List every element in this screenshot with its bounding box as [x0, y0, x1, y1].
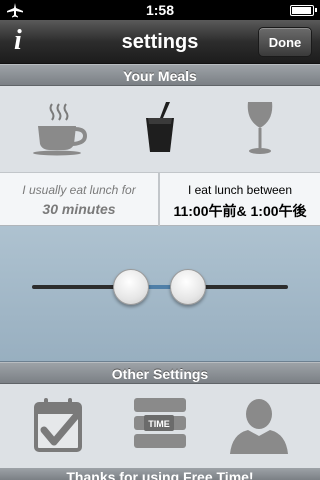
navigation-bar: i settings Done	[0, 20, 320, 64]
time-range-slider-area	[0, 226, 320, 362]
time-stack-icon[interactable]: TIME	[130, 396, 192, 454]
status-time: 1:58	[145, 2, 175, 18]
lunch-settings-row: I usually eat lunch for 30 minutes I eat…	[0, 172, 320, 227]
meal-icons-row	[0, 86, 320, 172]
other-settings-header: Other Settings	[0, 362, 320, 384]
calendar-check-icon[interactable]	[30, 396, 92, 454]
lunch-between-value: 11:00午前& 1:00午後	[173, 203, 307, 219]
meals-section-header: Your Meals	[0, 64, 320, 86]
wine-glass-icon[interactable]	[230, 98, 290, 158]
time-label: TIME	[148, 419, 170, 429]
lunch-between-cell[interactable]: I eat lunch between 11:00午前& 1:00午後	[160, 173, 320, 227]
status-bar: 1:58	[0, 0, 320, 20]
lunch-duration-label: I usually eat lunch for	[22, 183, 136, 197]
coffee-cup-icon[interactable]	[30, 98, 90, 158]
done-button[interactable]: Done	[258, 27, 312, 57]
battery-icon	[290, 5, 317, 16]
person-silhouette-icon[interactable]	[228, 396, 290, 454]
footer-text: Thanks for using Free Time!	[66, 469, 254, 480]
lunch-duration-value: 30 minutes	[42, 201, 116, 217]
footer-banner: Thanks for using Free Time!	[0, 468, 320, 480]
slider-start-handle[interactable]	[113, 269, 149, 305]
drink-cup-icon[interactable]	[130, 98, 190, 158]
lunch-duration-cell[interactable]: I usually eat lunch for 30 minutes	[0, 173, 158, 227]
other-settings-icons-row: TIME	[0, 384, 320, 468]
slider-end-handle[interactable]	[170, 269, 206, 305]
lunch-between-label: I eat lunch between	[187, 183, 293, 197]
